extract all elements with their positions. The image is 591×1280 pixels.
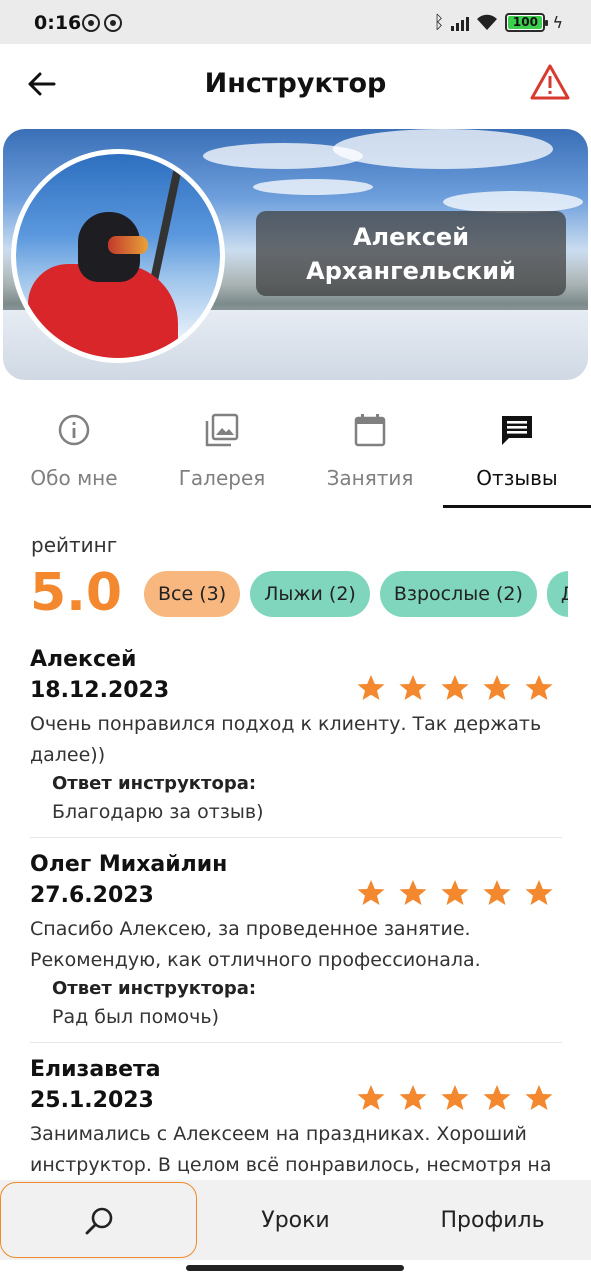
bottom-navigation: Уроки Профиль [0, 1180, 591, 1260]
instructor-last-name: Архангельский [306, 257, 516, 285]
charging-icon: ϟ [552, 13, 563, 32]
app-header: Инструктор [0, 44, 591, 126]
tab-reviews[interactable]: Отзывы [443, 400, 591, 508]
review-author: Олег Михайлин [30, 852, 228, 877]
active-tab-indicator [443, 505, 591, 508]
star-icon [441, 880, 469, 905]
gallery-icon [205, 413, 239, 447]
home-indicator[interactable] [186, 1265, 404, 1271]
star-icon [483, 675, 511, 700]
tab-about[interactable]: Обо мне [0, 400, 148, 508]
review-filters: Все (3)Лыжи (2)Взрослые (2)Д [144, 571, 568, 619]
info-icon [58, 414, 90, 446]
search-icon [85, 1207, 113, 1235]
tab-about-label: Обо мне [30, 466, 118, 490]
page-title: Инструктор [204, 68, 387, 99]
review-stars [356, 1083, 554, 1113]
review-text: Спасибо Алексею, за проведенное занятие.… [30, 918, 481, 971]
avatar[interactable] [11, 149, 225, 363]
star-icon [483, 880, 511, 905]
star-icon [525, 675, 553, 700]
signal-icon [451, 15, 470, 31]
star-icon [441, 675, 469, 700]
reply-text: Благодарю за отзыв) [52, 801, 264, 823]
filter-chip-adults[interactable]: Взрослые (2) [379, 571, 537, 617]
tab-lessons[interactable]: Занятия [296, 400, 444, 508]
tab-reviews-label: Отзывы [476, 466, 558, 490]
notification-icon [104, 14, 122, 32]
nav-profile-button[interactable]: Профиль [394, 1180, 591, 1260]
warning-icon [530, 64, 570, 100]
review-stars [356, 878, 554, 908]
star-icon [357, 880, 385, 905]
star-icon [399, 675, 427, 700]
rating-value: 5.0 [30, 563, 123, 623]
review-stars [356, 673, 554, 703]
status-notifications [82, 14, 122, 32]
star-icon [357, 675, 385, 700]
review-author: Алексей [30, 647, 137, 672]
review-author: Елизавета [30, 1057, 161, 1082]
report-button[interactable] [529, 62, 571, 102]
star-icon [399, 880, 427, 905]
reviews-list[interactable]: Алексей 18.12.2023 Очень понравился подх… [30, 645, 562, 1175]
filter-chip-skis[interactable]: Лыжи (2) [250, 571, 370, 617]
star-icon [441, 1085, 469, 1110]
review-item: Елизавета 25.1.2023 Занимались с Алексее… [30, 1055, 562, 1175]
star-icon [483, 1085, 511, 1110]
tab-lessons-label: Занятия [326, 466, 414, 490]
rating-label: рейтинг [31, 533, 118, 557]
tab-gallery[interactable]: Галерея [148, 400, 296, 508]
filter-chip-more[interactable]: Д [546, 571, 568, 617]
instructor-first-name: Алексей [352, 223, 470, 251]
status-right-icons: ᛒ 100 ϟ [434, 12, 563, 33]
comment-icon [502, 416, 532, 445]
calendar-icon [354, 414, 386, 447]
tab-gallery-label: Галерея [178, 466, 266, 490]
star-icon [357, 1085, 385, 1110]
notification-icon [82, 14, 100, 32]
wifi-icon [476, 14, 498, 31]
status-bar: 0:16 ᛒ 100 ϟ [0, 0, 591, 44]
reply-text: Рад был помочь) [52, 1006, 220, 1028]
nav-lessons-button[interactable]: Уроки [197, 1180, 394, 1260]
profile-tabs: Обо мне Галерея Занятия Отзывы [0, 400, 591, 510]
status-time: 0:16 [34, 12, 82, 34]
nav-search-button[interactable] [0, 1182, 197, 1258]
review-item: Алексей 18.12.2023 Очень понравился подх… [30, 645, 562, 838]
bluetooth-icon: ᛒ [433, 12, 445, 33]
reply-label: Ответ инструктора: [52, 978, 257, 999]
review-text: Очень понравился подход к клиенту. Так д… [30, 713, 542, 766]
battery-icon: 100 [505, 13, 549, 32]
star-icon [525, 1085, 553, 1110]
star-icon [399, 1085, 427, 1110]
reply-label: Ответ инструктора: [52, 773, 257, 794]
battery-level: 100 [512, 15, 538, 29]
filter-chip-all[interactable]: Все (3) [144, 571, 241, 617]
review-text: Занимались с Алексеем на праздниках. Хор… [30, 1123, 552, 1175]
profile-banner: Алексей Архангельский [3, 129, 588, 380]
star-icon [525, 880, 553, 905]
instructor-name: Алексей Архангельский [256, 211, 566, 296]
review-item: Олег Михайлин 27.6.2023 Спасибо Алексею,… [30, 850, 562, 1043]
